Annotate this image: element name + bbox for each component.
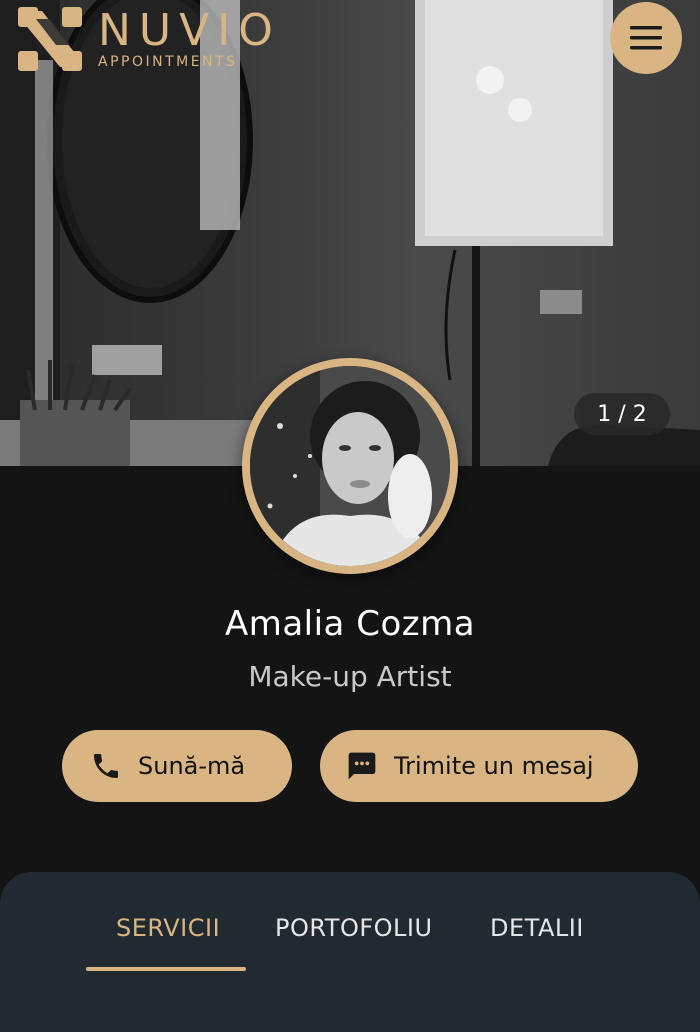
call-button[interactable]: Sună-mă xyxy=(62,730,292,802)
profile-photo xyxy=(250,366,450,566)
brand-name: NUVIO xyxy=(98,5,281,56)
call-button-label: Sună-mă xyxy=(138,752,246,780)
menu-button[interactable] xyxy=(610,2,682,74)
brand-subtitle: APPOINTMENTS xyxy=(98,54,238,70)
profile-role: Make-up Artist xyxy=(248,660,452,693)
phone-icon xyxy=(94,754,118,778)
profile-name: Amalia Cozma xyxy=(224,604,476,644)
nuvio-logo-icon xyxy=(18,7,82,71)
hamburger-menu-icon xyxy=(630,26,662,50)
avatar xyxy=(242,358,458,574)
gallery-counter: 1 / 2 xyxy=(574,393,670,435)
tab-detalii[interactable]: DETALII xyxy=(490,914,584,942)
tabs-panel xyxy=(0,872,700,1032)
tab-servicii[interactable]: SERVICII xyxy=(116,914,220,942)
message-button-label: Trimite un mesaj xyxy=(394,752,594,780)
chat-icon xyxy=(348,752,376,780)
brand-logo[interactable]: NUVIO APPOINTMENTS xyxy=(16,4,281,74)
message-button[interactable]: Trimite un mesaj xyxy=(320,730,638,802)
tab-portofoliu[interactable]: PORTOFOLIU xyxy=(275,914,433,942)
active-tab-indicator xyxy=(86,967,246,971)
